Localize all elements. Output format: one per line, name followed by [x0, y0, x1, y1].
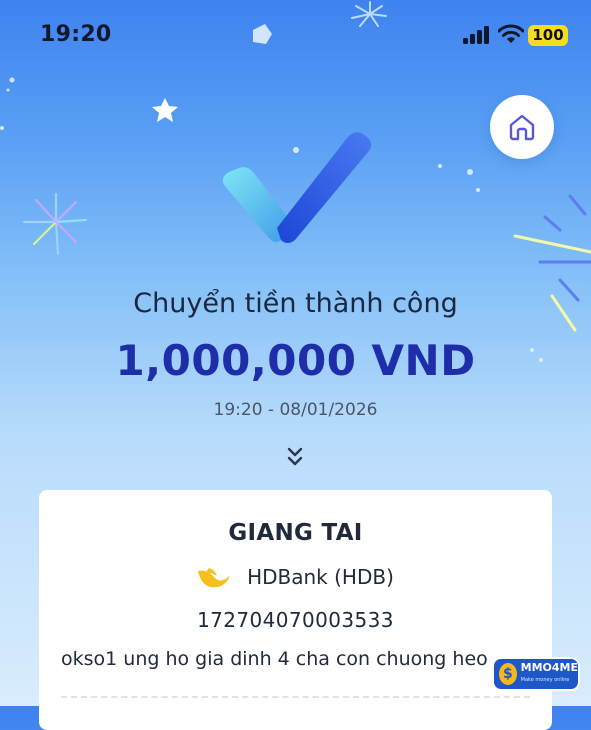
watermark-text: MMO4ME Make money online — [521, 662, 578, 686]
cellular-signal-icon — [463, 26, 493, 44]
watermark-brand: MMO4ME — [520, 661, 578, 674]
watermark-tagline: Make money online — [520, 677, 570, 683]
recipient-name: GIANG TAI — [228, 520, 363, 546]
transfer-datetime: 19:20 - 08/01/2026 — [213, 400, 378, 420]
transfer-amount: 1,000,000 VND — [115, 336, 476, 385]
double-chevron-down-icon[interactable] — [282, 444, 308, 470]
battery-indicator: 100 — [528, 25, 568, 46]
dashed-divider — [61, 696, 530, 698]
bank-name: HDBank (HDB) — [247, 565, 394, 589]
bank-row: HDBank (HDB) — [39, 565, 552, 589]
transfer-note: okso1 ung ho gia dinh 4 cha con chuong h… — [61, 648, 488, 670]
dollar-icon: $ — [499, 663, 517, 685]
status-time: 19:20 — [40, 22, 112, 47]
mmo4me-watermark: $ MMO4ME Make money online — [492, 657, 580, 691]
home-button[interactable] — [490, 95, 554, 159]
wifi-icon — [498, 24, 524, 43]
recipient-card: GIANG TAI HDBank (HDB) 172704070003533 o… — [39, 490, 552, 730]
account-number: 172704070003533 — [197, 608, 394, 632]
home-icon — [509, 114, 535, 141]
transfer-status-title: Chuyển tiền thành công — [133, 288, 458, 319]
hdbank-logo-icon — [198, 568, 231, 588]
success-check-icon — [222, 132, 372, 243]
